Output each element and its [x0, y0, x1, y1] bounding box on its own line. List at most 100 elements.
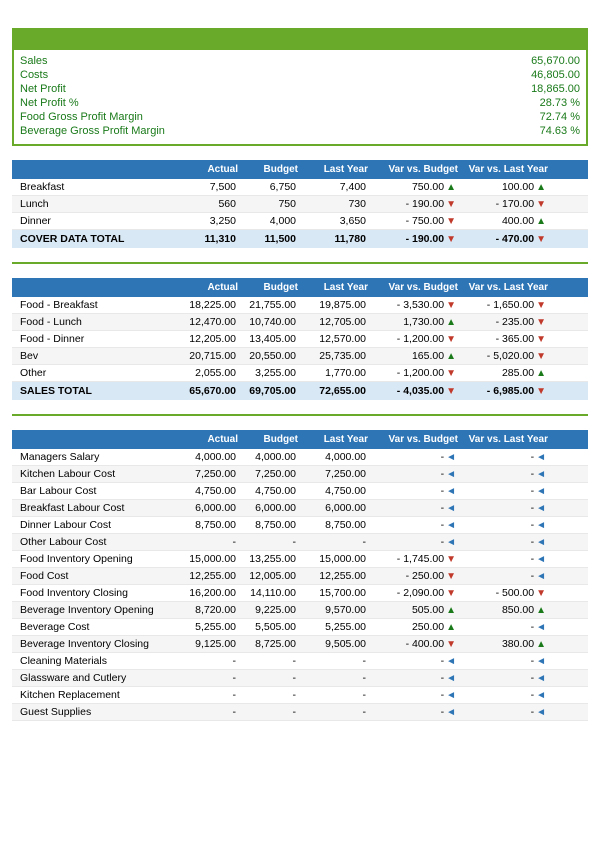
var-cell: 100.00 ▲ [460, 181, 546, 193]
last-year-value: 4,750.00 [298, 485, 368, 497]
budget-value: 9,225.00 [238, 604, 298, 616]
var-cell: 750.00 ▲ [370, 181, 456, 193]
var-cell: - ◄ [370, 706, 456, 718]
sales-section: ActualBudgetLast YearVar vs. BudgetVar v… [12, 278, 588, 400]
var-cell: - ◄ [460, 468, 546, 480]
var-last-cell: - 365.00 ▼ [458, 333, 548, 345]
actual-value: 7,250.00 [178, 468, 238, 480]
row-label: Managers Salary [18, 451, 178, 463]
arrow-left-icon: ◄ [446, 469, 456, 480]
var-budget-cell: - ◄ [368, 519, 458, 531]
row-label: Beverage Inventory Opening [18, 604, 178, 616]
table-row: Guest Supplies - - - - ◄ - ◄ [12, 704, 588, 721]
var-last-cell: - 170.00 ▼ [458, 198, 548, 210]
table-row: Breakfast Labour Cost 6,000.00 6,000.00 … [12, 500, 588, 517]
last-year-value: - [298, 672, 368, 684]
row-label: Glassware and Cutlery [18, 672, 178, 684]
row-label: Dinner Labour Cost [18, 519, 178, 531]
total-last-year: 11,780 [298, 233, 368, 245]
budget-value: 8,725.00 [238, 638, 298, 650]
row-label: Lunch [18, 198, 178, 210]
table-row: Lunch 560 750 730 - 190.00 ▼ - 170.00 ▼ [12, 196, 588, 213]
var-last-cell: - 500.00 ▼ [458, 587, 548, 599]
summary-body: Sales65,670.00Costs46,805.00Net Profit18… [14, 50, 586, 144]
table-row: Beverage Inventory Closing 9,125.00 8,72… [12, 636, 588, 653]
column-header: Var vs. Budget [368, 282, 458, 293]
summary-value: 65,670.00 [480, 55, 580, 67]
var-last-cell: - ◄ [458, 468, 548, 480]
var-budget-cell: - 400.00 ▼ [368, 638, 458, 650]
var-cell: 505.00 ▲ [370, 604, 456, 616]
row-label: Breakfast Labour Cost [18, 502, 178, 514]
var-budget-cell: - 1,200.00 ▼ [368, 367, 458, 379]
var-cell: - 2,090.00 ▼ [370, 587, 456, 599]
var-cell: - ◄ [370, 468, 456, 480]
last-year-value: 12,255.00 [298, 570, 368, 582]
arrow-down-icon: ▼ [446, 368, 456, 379]
var-cell: - ◄ [460, 553, 546, 565]
column-header: Actual [178, 282, 238, 293]
arrow-left-icon: ◄ [446, 656, 456, 667]
arrow-left-icon: ◄ [536, 707, 546, 718]
var-cell: 850.00 ▲ [460, 604, 546, 616]
arrow-down-icon: ▼ [446, 386, 456, 397]
var-last-cell: - ◄ [458, 451, 548, 463]
var-budget-cell: - 190.00 ▼ [368, 198, 458, 210]
row-label: Kitchen Replacement [18, 689, 178, 701]
var-cell: - ◄ [460, 536, 546, 548]
arrow-down-icon: ▼ [536, 386, 546, 397]
row-label: Other Labour Cost [18, 536, 178, 548]
var-budget-cell: - 1,200.00 ▼ [368, 333, 458, 345]
arrow-up-icon: ▲ [446, 182, 456, 193]
actual-value: - [178, 689, 238, 701]
var-budget-cell: - ◄ [368, 468, 458, 480]
actual-value: 4,750.00 [178, 485, 238, 497]
actual-value: 9,125.00 [178, 638, 238, 650]
cover-data-section: ActualBudgetLast YearVar vs. BudgetVar v… [12, 160, 588, 248]
var-last-cell: - ◄ [458, 519, 548, 531]
arrow-down-icon: ▼ [446, 334, 456, 345]
arrow-up-icon: ▲ [446, 351, 456, 362]
last-year-value: 5,255.00 [298, 621, 368, 633]
arrow-down-icon: ▼ [536, 234, 546, 245]
section-divider-2 [12, 414, 588, 416]
total-label: SALES TOTAL [18, 385, 178, 397]
last-year-value: 25,735.00 [298, 350, 368, 362]
budget-value: 7,250.00 [238, 468, 298, 480]
var-budget-cell: 250.00 ▲ [368, 621, 458, 633]
last-year-value: 12,570.00 [298, 333, 368, 345]
arrow-left-icon: ◄ [536, 571, 546, 582]
budget-value: 13,255.00 [238, 553, 298, 565]
var-budget-cell: - ◄ [368, 655, 458, 667]
var-last-cell: - ◄ [458, 502, 548, 514]
total-var-budget: - 190.00 ▼ [368, 233, 458, 245]
var-last-cell: 285.00 ▲ [458, 367, 548, 379]
var-budget-cell: - ◄ [368, 689, 458, 701]
table-row: Cleaning Materials - - - - ◄ - ◄ [12, 653, 588, 670]
table-row: Other Labour Cost - - - - ◄ - ◄ [12, 534, 588, 551]
actual-value: 15,000.00 [178, 553, 238, 565]
arrow-down-icon: ▼ [446, 216, 456, 227]
table-row: Kitchen Labour Cost 7,250.00 7,250.00 7,… [12, 466, 588, 483]
var-cell: - 235.00 ▼ [460, 316, 546, 328]
last-year-value: 15,000.00 [298, 553, 368, 565]
var-cell: - ◄ [460, 672, 546, 684]
arrow-down-icon: ▼ [446, 588, 456, 599]
arrow-down-icon: ▼ [536, 588, 546, 599]
column-header: Last Year [298, 164, 368, 175]
var-last-cell: - ◄ [458, 485, 548, 497]
var-last-cell: - ◄ [458, 689, 548, 701]
var-cell: - ◄ [460, 655, 546, 667]
row-label: Beverage Cost [18, 621, 178, 633]
last-year-value: - [298, 536, 368, 548]
actual-value: 560 [178, 198, 238, 210]
budget-value: 21,755.00 [238, 299, 298, 311]
row-label: Dinner [18, 215, 178, 227]
var-last-cell: 380.00 ▲ [458, 638, 548, 650]
actual-value: 12,255.00 [178, 570, 238, 582]
arrow-left-icon: ◄ [536, 486, 546, 497]
table-row: Beverage Cost 5,255.00 5,505.00 5,255.00… [12, 619, 588, 636]
actual-value: 8,750.00 [178, 519, 238, 531]
actual-value: 7,500 [178, 181, 238, 193]
row-label: Bev [18, 350, 178, 362]
